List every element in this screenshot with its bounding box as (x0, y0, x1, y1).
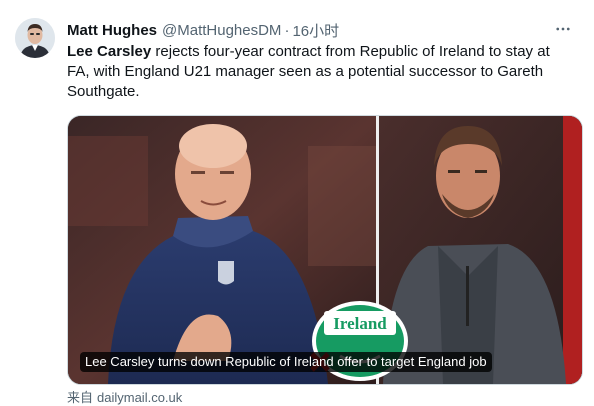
source-label: 来自 (67, 390, 94, 405)
tweet-text-bold-name: Lee Carsley (67, 43, 152, 60)
display-name[interactable]: Matt Hughes (67, 22, 157, 39)
media-photo: Ireland (68, 116, 582, 384)
tweet-header: Matt Hughes @MattHughesDM · 16小时 (67, 20, 574, 40)
link-source[interactable]: 来自 dailymail.co.uk (67, 387, 182, 406)
user-handle[interactable]: @MattHughesDM (162, 22, 281, 39)
more-horizontal-icon[interactable] (552, 18, 574, 40)
ireland-logo-text: Ireland (333, 314, 387, 333)
tweet-card[interactable]: Matt Hughes @MattHughesDM · 16小时 Lee Car… (0, 0, 594, 406)
tweet-text: Lee Carsley rejects four-year contract f… (67, 42, 572, 102)
media-caption: Lee Carsley turns down Republic of Irela… (80, 352, 492, 372)
avatar[interactable] (15, 18, 55, 58)
avatar-image (15, 18, 55, 58)
tweet-media-card[interactable]: Ireland Lee Carsley turns down Republic … (67, 115, 583, 385)
separator-dot: · (284, 21, 290, 39)
source-domain[interactable]: dailymail.co.uk (97, 390, 182, 405)
tweet-timestamp[interactable]: 16小时 (292, 20, 339, 41)
